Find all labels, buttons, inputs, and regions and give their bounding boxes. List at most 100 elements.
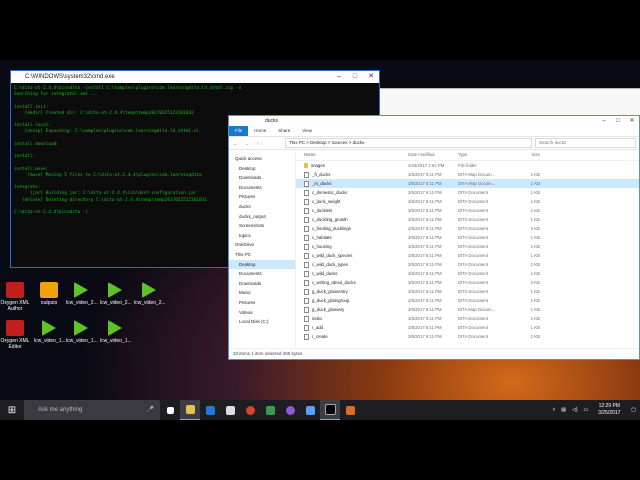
column-size[interactable]: Size: [510, 150, 540, 160]
file-row[interactable]: r_create 3/5/2017 6:11 PM DITA Document 1 K…: [296, 332, 639, 341]
background-window[interactable]: [378, 88, 640, 116]
column-name[interactable]: Name: [296, 150, 408, 160]
minimize-icon[interactable]: –: [597, 116, 611, 126]
file-row[interactable]: c_wild_duck_species 3/5/2017 6:11 PM DITA …: [296, 251, 639, 260]
file-row[interactable]: c_wild_duck_types 3/5/2017 6:11 PM DITA Do…: [296, 260, 639, 269]
close-icon[interactable]: ✕: [363, 71, 379, 83]
file-name-text: c_duckling_growth: [312, 217, 348, 222]
windows-start-icon[interactable]: ⊞: [0, 405, 24, 416]
nav-item[interactable]: This PC: [229, 250, 295, 260]
file-row[interactable]: c_duckling_growth 3/5/2017 6:11 PM DITA Do…: [296, 215, 639, 224]
desktop-icon-video[interactable]: lcw_video_1...: [66, 320, 98, 344]
cmd-taskbar-icon[interactable]: [320, 400, 340, 420]
cortana-search[interactable]: Ask me anything 🎤: [24, 400, 160, 420]
explorer-window[interactable]: ducks – □ ✕ File Home Share View ← → ↑ T…: [228, 115, 640, 360]
maximize-icon[interactable]: □: [611, 116, 625, 126]
file-name: c_wild_ducks: [296, 269, 408, 278]
nav-item[interactable]: Screenshots: [229, 221, 295, 231]
file-row[interactable]: c_wild_ducks 3/5/2017 6:11 PM DITA Documen…: [296, 269, 639, 278]
file-row[interactable]: _m_ducks 3/5/2017 6:11 PM DITA Map Docum..…: [296, 179, 639, 188]
desktop-icon-video[interactable]: lcw_video_2...: [100, 282, 132, 306]
desktop-icon-video[interactable]: lcw_video_2...: [66, 282, 98, 306]
file-type: DITA Document: [458, 244, 489, 249]
file-row[interactable]: _ft_ducks 3/5/2017 6:11 PM DITA Map Docum.…: [296, 170, 639, 179]
file-type: DITA Document: [458, 208, 489, 213]
nav-item[interactable]: Local Disk (C:): [229, 317, 295, 327]
microphone-icon[interactable]: 🎤: [147, 400, 154, 420]
tab-view[interactable]: View: [296, 126, 318, 136]
file-type: DITA Document: [458, 235, 489, 240]
file-row[interactable]: c_housing 3/5/2017 6:11 PM DITA Document 1 …: [296, 242, 639, 251]
file-row[interactable]: index 3/5/2017 6:11 PM DITA Document 1 KB: [296, 314, 639, 323]
chrome-taskbar-icon[interactable]: [240, 400, 260, 420]
document-icon: [304, 279, 309, 286]
task-view-icon[interactable]: [160, 400, 180, 420]
file-row[interactable]: g_duck_glossgroup 3/5/2017 6:11 PM DITA Do…: [296, 296, 639, 305]
nav-item[interactable]: Documents: [229, 183, 295, 193]
file-row[interactable]: c_habitats 3/5/2017 6:11 PM DITA Document 1…: [296, 233, 639, 242]
tab-file[interactable]: File: [229, 126, 249, 136]
column-date[interactable]: Date modified: [408, 150, 458, 160]
nav-item[interactable]: ducks_output: [229, 212, 295, 222]
file-type: DITA Document: [458, 253, 489, 258]
github-taskbar-icon[interactable]: [280, 400, 300, 420]
close-icon[interactable]: ✕: [625, 116, 639, 126]
keyboard-icon[interactable]: ▭: [581, 407, 592, 413]
file-row[interactable]: g_duck_glossentry 3/5/2017 6:11 PM DITA Do…: [296, 287, 639, 296]
notification-icon[interactable]: ▢: [627, 407, 640, 413]
app-taskbar-icon[interactable]: [260, 400, 280, 420]
file-row[interactable]: c_duck_weight 3/5/2017 6:11 PM DITA Docume…: [296, 197, 639, 206]
nav-item[interactable]: OneDrive: [229, 240, 295, 250]
nav-item[interactable]: Downloads: [229, 279, 295, 289]
nav-item[interactable]: Pictures: [229, 192, 295, 202]
nav-item[interactable]: Quick access: [229, 154, 295, 164]
network-icon[interactable]: ▤: [558, 407, 569, 413]
nav-item[interactable]: Music: [229, 288, 295, 298]
recorder-taskbar-icon[interactable]: [340, 400, 360, 420]
desktop-icon-outputs[interactable]: outputs: [34, 282, 64, 306]
file-date: 3/5/2017 6:11 PM: [408, 289, 442, 294]
volume-icon[interactable]: ◁): [569, 407, 581, 413]
cmd-line: integrate:: [14, 185, 41, 191]
file-row[interactable]: c_feeding_ducklings 3/5/2017 6:11 PM DITA …: [296, 224, 639, 233]
file-row[interactable]: images 2/19/2017 1:51 PM File folder: [296, 161, 639, 170]
file-row[interactable]: c_domestic_ducks 3/5/2017 6:11 PM DITA Doc…: [296, 188, 639, 197]
nav-item[interactable]: Videos: [229, 308, 295, 318]
desktop-icon-oxygen-author[interactable]: Oxygen XML Author: [0, 282, 30, 312]
store-taskbar-icon[interactable]: [220, 400, 240, 420]
document-icon: [304, 306, 309, 313]
column-type[interactable]: Type: [458, 150, 510, 160]
nav-item[interactable]: Documents: [229, 269, 295, 279]
file-size: 1 KB: [530, 271, 540, 276]
edge-taskbar-icon[interactable]: [200, 400, 220, 420]
file-date: 3/5/2017 6:11 PM: [408, 271, 442, 276]
desktop-icon-video[interactable]: lcw_video_1...: [34, 320, 66, 344]
file-explorer-taskbar-icon[interactable]: [180, 400, 200, 420]
explorer-titlebar[interactable]: ducks – □ ✕: [229, 116, 639, 126]
clock[interactable]: 12:29 PM 3/25/2017: [591, 403, 627, 417]
desktop-icon-video[interactable]: lcw_video_1...: [100, 320, 132, 344]
search-input[interactable]: Search ducks: [535, 138, 636, 148]
desktop-icon-oxygen-editor[interactable]: Oxygen XML Editor: [0, 320, 30, 350]
chevron-up-icon[interactable]: ˄: [549, 407, 558, 413]
nav-item[interactable]: Desktop: [229, 259, 295, 270]
nav-item[interactable]: ducks: [229, 202, 295, 212]
address-bar[interactable]: This PC > Desktop > sources > ducks: [285, 138, 532, 148]
maximize-icon[interactable]: □: [347, 71, 363, 83]
tab-share[interactable]: Share: [272, 126, 296, 136]
minimize-icon[interactable]: –: [331, 71, 347, 83]
nav-item[interactable]: topics: [229, 231, 295, 241]
nav-item[interactable]: Pictures: [229, 298, 295, 308]
nav-arrows[interactable]: ← → ↑: [229, 141, 285, 146]
nav-item[interactable]: Downloads: [229, 173, 295, 183]
desktop-icon-video[interactable]: lcw_video_2...: [134, 282, 166, 306]
nav-item[interactable]: Desktop: [229, 164, 295, 174]
file-row[interactable]: r_add 3/5/2017 6:11 PM DITA Document 1 KB: [296, 323, 639, 332]
file-row[interactable]: c_writing_about_ducks 3/5/2017 6:11 PM DIT…: [296, 278, 639, 287]
tab-home[interactable]: Home: [248, 126, 272, 136]
cmd-titlebar[interactable]: C:\WINDOWS\system32\cmd.exe – □ ✕: [11, 71, 379, 83]
navigation-pane: Quick access Desktop Downloads Documents Pic…: [229, 150, 296, 348]
file-row[interactable]: c_ducklets 3/5/2017 6:11 PM DITA Document 1…: [296, 206, 639, 215]
paint-taskbar-icon[interactable]: [300, 400, 320, 420]
file-row[interactable]: g_duck_glossary 3/5/2017 6:11 PM DITA Map …: [296, 305, 639, 314]
